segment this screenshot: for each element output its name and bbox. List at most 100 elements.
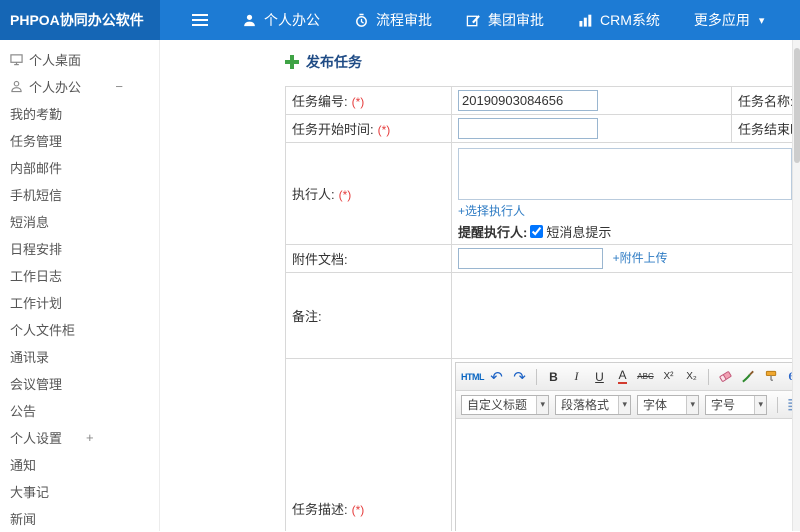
sidebar-item-memorabilia[interactable]: 大事记 <box>0 478 159 505</box>
nav-label: 更多应用 <box>693 12 750 28</box>
sms-remind-checkbox[interactable] <box>530 225 544 238</box>
italic-button[interactable]: I <box>566 366 587 387</box>
select-label: 字体 <box>643 398 668 412</box>
chevron-down-icon: ▾ <box>686 395 698 414</box>
select-label: 字号 <box>711 398 736 412</box>
page-title: 发布任务 <box>285 52 362 72</box>
start-time-cell <box>451 114 732 143</box>
editor-toolbar-row-2: 自定义标题 ▾ 段落格式 ▾ 字体 ▾ 字号 ▾ <box>456 391 792 419</box>
sidebar-item-schedule[interactable]: 日程安排 <box>0 235 159 262</box>
html-source-button[interactable]: HTML <box>461 366 485 387</box>
executor-textarea[interactable] <box>458 148 792 200</box>
start-time-label: 任务开始时间: <box>292 122 374 137</box>
align-left-icon[interactable] <box>784 394 792 415</box>
task-number-input[interactable] <box>458 90 598 111</box>
sidebar-item-label: 新闻 <box>10 512 37 527</box>
paragraph-format-select[interactable]: 段落格式 ▾ <box>555 394 631 415</box>
select-label: 自定义标题 <box>467 398 528 412</box>
toolbar-separator <box>708 368 709 385</box>
redo-button[interactable]: ↷ <box>509 366 530 387</box>
sidebar-item-work-log[interactable]: 工作日志 <box>0 262 159 289</box>
executor-label: 执行人: <box>292 187 335 202</box>
task-number-cell <box>451 86 732 115</box>
choose-executor-link[interactable]: +选择执行人 <box>458 204 525 218</box>
sidebar-item-label: 个人桌面 <box>29 53 82 68</box>
expand-icon[interactable]: + <box>86 430 94 445</box>
main-content: 发布任务 任务编号:(*) 任务名称:(*) 任务开始时间:(*) 任务结 <box>160 40 792 531</box>
sidebar-group-personal-office[interactable]: 个人办公 − <box>0 73 159 100</box>
paint-format-icon[interactable] <box>761 366 782 387</box>
task-number-label: 任务编号: <box>292 94 348 109</box>
sms-remind-label: 短消息提示 <box>546 225 612 240</box>
nav-more-apps[interactable]: 更多应用 ▾ <box>694 10 765 30</box>
workflow-icon <box>354 13 369 28</box>
underline-button[interactable]: U <box>589 366 610 387</box>
nav-label: CRM系统 <box>600 12 660 28</box>
sidebar-item-internal-mail[interactable]: 内部邮件 <box>0 154 159 181</box>
bold-button[interactable]: B <box>543 366 564 387</box>
required-mark: (*) <box>338 188 352 202</box>
custom-title-select[interactable]: 自定义标题 ▾ <box>461 394 549 415</box>
strikethrough-button[interactable]: ABC <box>635 366 656 387</box>
sidebar-item-attendance[interactable]: 我的考勤 <box>0 100 159 127</box>
font-color-letter: A <box>618 368 627 385</box>
description-label: 任务描述: <box>292 502 348 517</box>
nav-group-approval[interactable]: 集团审批 <box>466 10 544 30</box>
nav-crm-system[interactable]: CRM系统 <box>578 10 660 30</box>
nav-personal-office[interactable]: 个人办公 <box>242 10 320 30</box>
toolbar-separator <box>536 368 537 385</box>
remind-executor-row: 提醒执行人: 短消息提示 <box>458 222 792 241</box>
add-icon <box>285 55 299 69</box>
collapse-icon[interactable]: − <box>115 79 123 94</box>
superscript-button[interactable]: X² <box>658 366 679 387</box>
app-logo: PHPOA协同办公软件 <box>0 0 160 40</box>
sidebar-item-file-cabinet[interactable]: 个人文件柜 <box>0 316 159 343</box>
font-size-select[interactable]: 字号 ▾ <box>705 394 767 415</box>
nav-workflow-approval[interactable]: 流程审批 <box>354 10 432 30</box>
sidebar-item-label: 日程安排 <box>10 242 63 257</box>
sidebar-item-label: 手机短信 <box>10 188 63 203</box>
font-family-select[interactable]: 字体 ▾ <box>637 394 699 415</box>
subscript-button[interactable]: X₂ <box>681 366 702 387</box>
required-mark: (*) <box>377 123 391 137</box>
vertical-scrollbar[interactable] <box>792 40 800 531</box>
sidebar-item-notice[interactable]: 通知 <box>0 451 159 478</box>
sidebar-item-label: 通讯录 <box>10 350 50 365</box>
attachment-label: 附件文档: <box>292 252 348 267</box>
sidebar-item-news[interactable]: 新闻 <box>0 505 159 532</box>
sidebar-item-label: 我的考勤 <box>10 107 63 122</box>
blockquote-button[interactable]: 66 <box>784 366 793 387</box>
select-label: 段落格式 <box>561 398 610 412</box>
attachment-upload-link[interactable]: +附件上传 <box>613 251 668 265</box>
attachment-label-cell: 附件文档: <box>285 244 452 273</box>
font-color-button[interactable]: A <box>612 366 633 387</box>
sidebar-item-desktop[interactable]: 个人桌面 <box>0 46 159 73</box>
sidebar-group-personal-settings[interactable]: 个人设置 + <box>0 424 159 451</box>
editor-content-area[interactable] <box>456 419 792 531</box>
sidebar-item-label: 大事记 <box>10 485 50 500</box>
start-time-label-cell: 任务开始时间: (*) <box>285 114 452 143</box>
chevron-down-icon: ▾ <box>758 14 765 27</box>
scrollbar-thumb[interactable] <box>794 48 800 163</box>
description-label-cell: 任务描述: (*) <box>285 358 452 531</box>
person-icon <box>242 13 257 28</box>
sidebar-item-label: 个人设置 <box>10 431 63 446</box>
nav-label: 个人办公 <box>264 12 320 28</box>
sidebar-item-label: 个人办公 <box>29 80 82 95</box>
menu-toggle-icon[interactable] <box>192 14 208 26</box>
remark-textarea[interactable] <box>458 278 792 353</box>
sidebar-item-meeting[interactable]: 会议管理 <box>0 370 159 397</box>
attachment-input[interactable] <box>458 248 603 269</box>
sidebar-item-label: 个人文件柜 <box>10 323 76 338</box>
sidebar-item-announcement[interactable]: 公告 <box>0 397 159 424</box>
sidebar-item-work-plan[interactable]: 工作计划 <box>0 289 159 316</box>
sidebar-item-short-message[interactable]: 短消息 <box>0 208 159 235</box>
sidebar-item-mobile-sms[interactable]: 手机短信 <box>0 181 159 208</box>
undo-button[interactable]: ↶ <box>486 366 507 387</box>
sidebar-item-task-management[interactable]: 任务管理 <box>0 127 159 154</box>
start-time-input[interactable] <box>458 118 598 139</box>
sidebar-item-contacts[interactable]: 通讯录 <box>0 343 159 370</box>
page-title-text: 发布任务 <box>306 54 362 70</box>
format-brush-icon[interactable] <box>738 366 759 387</box>
eraser-icon[interactable] <box>715 366 736 387</box>
